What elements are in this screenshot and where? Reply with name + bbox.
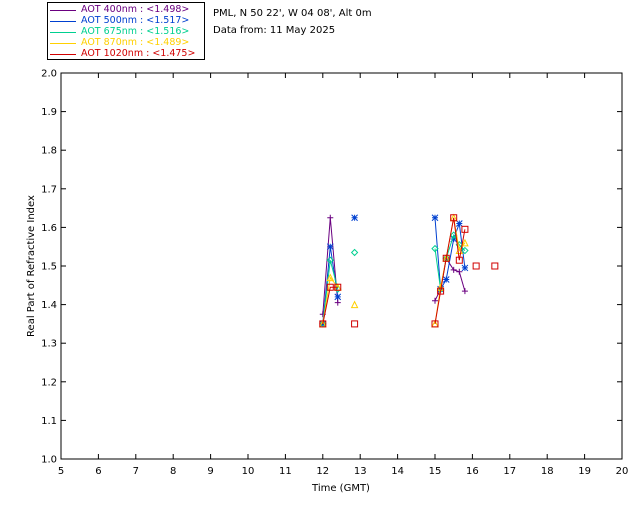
y-tick-label: 1.3	[41, 339, 57, 350]
y-tick-label: 1.9	[41, 107, 57, 118]
data-point-star	[461, 264, 469, 272]
data-point-plus	[432, 297, 438, 304]
data-point-star	[351, 214, 358, 222]
plot-frame	[60, 72, 623, 460]
x-tick-label: 14	[391, 466, 404, 477]
x-tick-label: 8	[170, 466, 176, 477]
data-point-square	[351, 320, 359, 328]
x-tick-label: 19	[578, 466, 591, 477]
x-tick-label: 18	[541, 466, 554, 477]
x-tick-label: 5	[58, 466, 64, 477]
y-tick-label: 1.0	[41, 455, 57, 466]
x-axis-label: Time (GMT)	[311, 483, 370, 494]
series-4	[319, 214, 499, 328]
data-point-triangle	[350, 300, 359, 309]
data-point-plus	[450, 266, 457, 273]
x-tick-label: 17	[503, 466, 516, 477]
x-tick-label: 11	[279, 466, 292, 477]
data-point-plus	[327, 214, 334, 221]
y-tick-label: 1.4	[41, 300, 57, 311]
data-point-plus	[334, 299, 341, 306]
y-tick-label: 1.1	[41, 416, 57, 427]
series-0	[319, 214, 468, 318]
series-3	[318, 213, 469, 328]
y-tick-label: 1.2	[41, 377, 57, 388]
data-point-star	[334, 293, 342, 301]
y-tick-label: 1.7	[41, 184, 57, 195]
x-tick-label: 16	[466, 466, 479, 477]
data-point-diamond	[350, 248, 359, 257]
data-point-square	[491, 262, 499, 270]
x-tick-label: 13	[354, 466, 367, 477]
data-point-plus	[461, 288, 468, 295]
data-point-star	[431, 214, 439, 222]
x-tick-label: 20	[616, 466, 629, 477]
y-axis-label: Real Part of Refractive Index	[26, 195, 37, 337]
x-tick-label: 9	[207, 466, 213, 477]
y-tick-label: 1.6	[41, 223, 57, 234]
data-point-plus	[456, 268, 463, 275]
data-point-square	[472, 262, 480, 270]
series-1	[319, 214, 469, 328]
x-tick-label: 15	[429, 466, 442, 477]
x-tick-label: 7	[133, 466, 139, 477]
x-tick-label: 6	[95, 466, 101, 477]
data-point-star	[455, 220, 463, 227]
y-tick-label: 1.8	[41, 146, 57, 157]
y-tick-label: 1.5	[41, 262, 57, 273]
data-point-star	[442, 276, 450, 283]
x-tick-label: 10	[242, 466, 255, 477]
y-tick-label: 2.0	[41, 69, 57, 80]
series-layer	[318, 213, 499, 328]
data-point-star	[326, 243, 334, 251]
refractive-index-chart: 5 6 7 8 9 10 11 12 13 14 15 16 17 18 19 20 1.0 1.1 1.2 1.3 1…	[26, 69, 629, 495]
x-tick-label: 12	[316, 466, 329, 477]
